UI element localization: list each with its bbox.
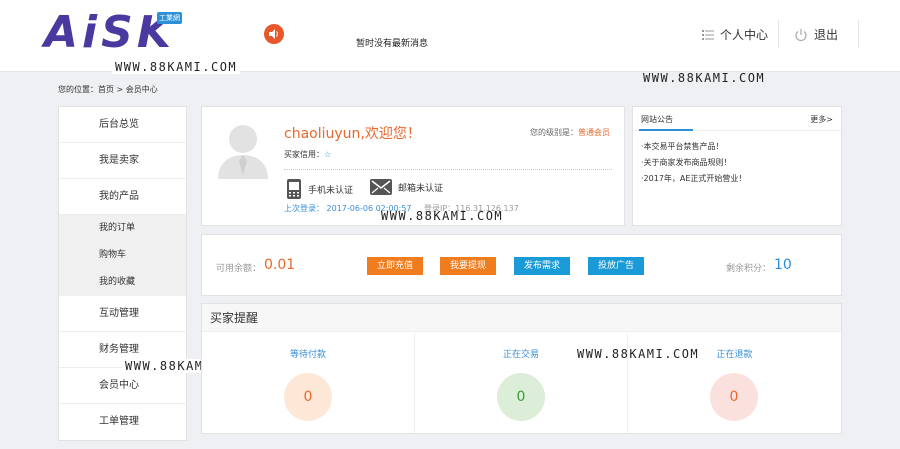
- notice-tab-underline: [639, 129, 693, 131]
- list-icon: [702, 29, 714, 40]
- notice-title: 网站公告: [641, 115, 673, 124]
- member-level: 您的级别是：普通会员: [530, 127, 610, 138]
- notice-list: ·本交易平台禁售产品！ ·关于商家发布商品规则！ ·2017年，AE正式开始营业…: [633, 131, 841, 187]
- logout-link[interactable]: 退出: [794, 26, 838, 43]
- speaker-icon: [264, 24, 284, 44]
- balance-card: 可用余额： 0.01 立即充值 我要提现 发布需求 投放广告 剩余积分： 10: [201, 234, 842, 296]
- star-icon: ☆: [324, 150, 332, 159]
- balance-label: 可用余额：: [216, 264, 262, 274]
- logo-badge: 工業網: [157, 12, 182, 24]
- email-verify[interactable]: 邮箱未认证: [370, 179, 443, 195]
- logo-text: AiSK: [44, 7, 175, 58]
- logout-label: 退出: [814, 28, 839, 42]
- points-value: 10: [774, 257, 792, 273]
- profile-card: chaoliuyun,欢迎您！ 您的级别是：普通会员 买家信用：☆ 手机未认证 …: [201, 106, 625, 226]
- notice-item[interactable]: ·2017年，AE正式开始营业！: [641, 171, 841, 187]
- sidebar-subitem-orders[interactable]: 我的订单: [59, 215, 186, 242]
- user-center-label: 个人中心: [720, 28, 769, 42]
- breadcrumb: 您的位置：首页 > 会员中心: [58, 85, 158, 94]
- sidebar-submenu: 我的订单 购物车 我的收藏: [59, 215, 186, 296]
- phone-icon: [287, 179, 301, 199]
- watermark: WWW.88KAMI.COM: [112, 60, 241, 74]
- reminder-pending-payment[interactable]: 等待付款 0: [202, 333, 415, 434]
- reminder-count: 0: [497, 373, 545, 421]
- watermark: WWW.88KAMI.COM: [381, 209, 504, 223]
- sidebar-item-seller[interactable]: 我是卖家: [59, 143, 186, 179]
- reminder-title: 买家提醒: [202, 304, 841, 332]
- reminder-count: 0: [284, 373, 332, 421]
- sidebar-item-interaction[interactable]: 互动管理: [59, 296, 186, 332]
- place-ad-button[interactable]: 投放广告: [588, 257, 645, 275]
- dotted-divider: [284, 169, 612, 170]
- email-verify-label: 邮箱未认证: [398, 183, 444, 194]
- welcome-text: chaoliuyun,欢迎您！: [284, 126, 421, 142]
- balance-value: 0.01: [264, 257, 296, 273]
- sidebar-item-tickets[interactable]: 工单管理: [59, 404, 186, 440]
- level-value: 普通会员: [578, 128, 610, 137]
- level-label: 您的级别是：: [530, 128, 578, 137]
- avatar[interactable]: [214, 117, 272, 179]
- post-demand-button[interactable]: 发布需求: [514, 257, 571, 275]
- credit-label: 买家信用：: [284, 150, 324, 159]
- phone-verify-label: 手机未认证: [308, 185, 354, 196]
- news-text: 暂时没有最新消息: [356, 39, 429, 49]
- sidebar-item-member-center[interactable]: 会员中心: [59, 368, 186, 404]
- notice-header: 网站公告 更多>: [633, 107, 841, 131]
- nav-divider: [778, 20, 779, 48]
- notice-item[interactable]: ·关于商家发布商品规则！: [641, 155, 841, 171]
- nav-divider: [858, 20, 859, 48]
- notice-item[interactable]: ·本交易平台禁售产品！: [641, 139, 841, 155]
- user-center-link[interactable]: 个人中心: [702, 26, 768, 43]
- buyer-credit: 买家信用：☆: [284, 149, 331, 160]
- sidebar-item-overview[interactable]: 后台总览: [59, 107, 186, 143]
- points-label: 剩余积分：: [726, 264, 772, 274]
- reminder-count: 0: [710, 373, 758, 421]
- more-link[interactable]: 更多>: [810, 114, 833, 125]
- sidebar-item-products[interactable]: 我的产品: [59, 179, 186, 215]
- withdraw-button[interactable]: 我要提现: [440, 257, 497, 275]
- site-logo[interactable]: AiSK 工業網: [44, 11, 184, 55]
- sidebar-subitem-cart[interactable]: 购物车: [59, 242, 186, 269]
- power-icon: [795, 28, 807, 41]
- watermark: WWW.88KAMI.COM: [577, 347, 700, 361]
- sidebar-subitem-favorites[interactable]: 我的收藏: [59, 269, 186, 296]
- envelope-icon: [370, 179, 392, 195]
- watermark: WWW.88KAMI.COM: [643, 71, 766, 85]
- recharge-button[interactable]: 立即充值: [367, 257, 424, 275]
- reminder-label[interactable]: 等待付款: [202, 347, 414, 360]
- buyer-reminder-card: 买家提醒 等待付款 0 正在交易 0 正在退款 0: [201, 303, 842, 434]
- sidebar: 后台总览 我是卖家 我的产品 我的订单 购物车 我的收藏 互动管理 财务管理 会…: [58, 106, 187, 441]
- phone-verify[interactable]: 手机未认证: [286, 179, 353, 199]
- notice-card: 网站公告 更多> ·本交易平台禁售产品！ ·关于商家发布商品规则！ ·2017年…: [632, 106, 842, 226]
